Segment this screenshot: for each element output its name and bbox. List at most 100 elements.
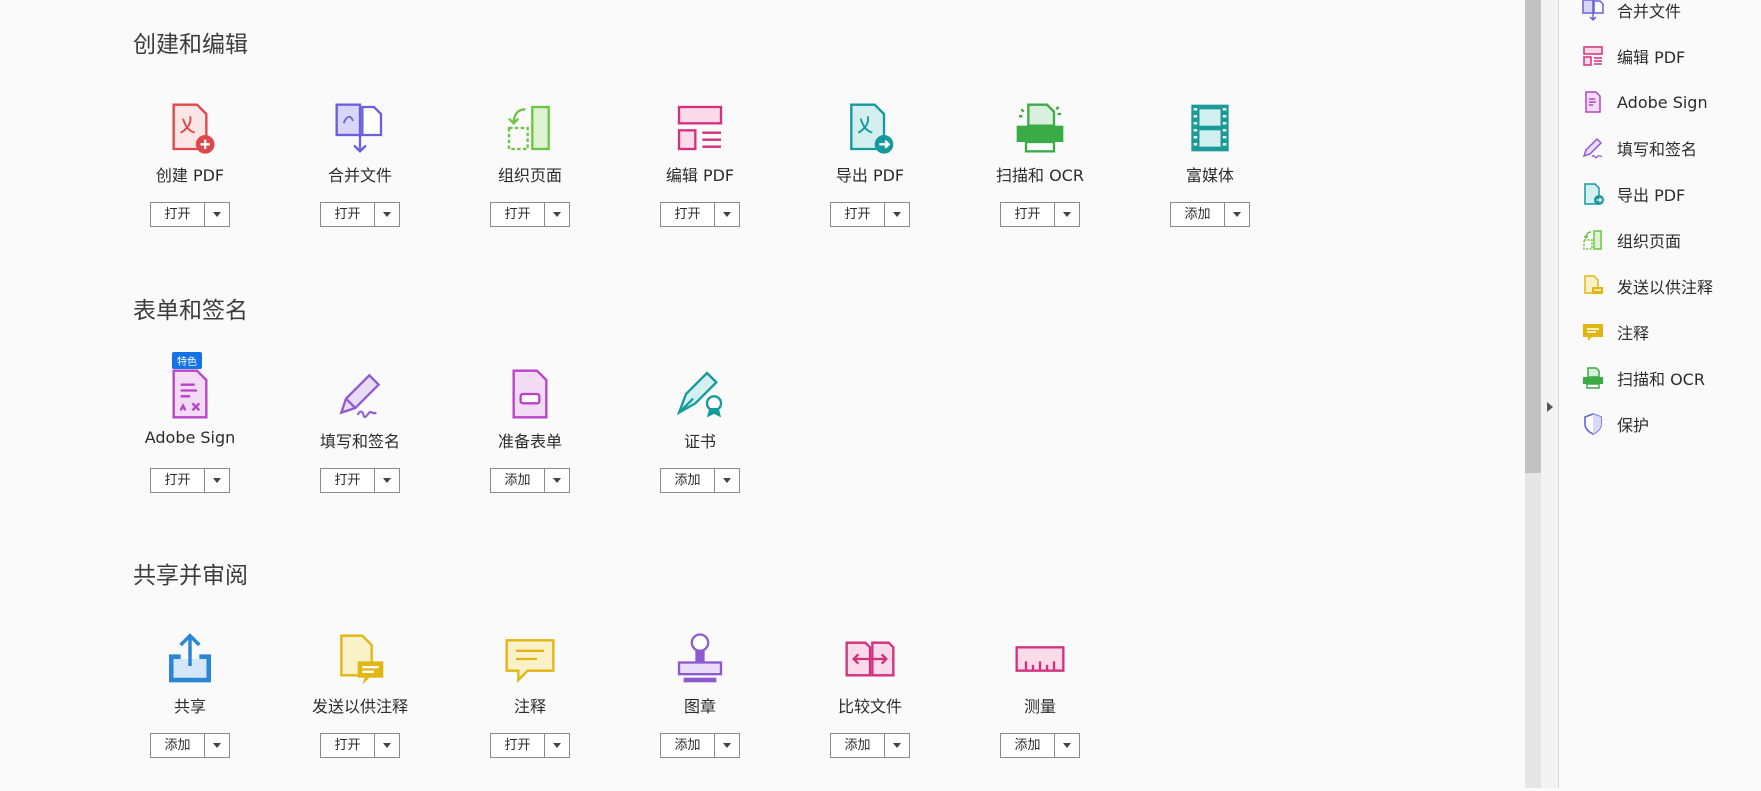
open-button[interactable]: 打开 (491, 734, 545, 757)
dropdown-button[interactable] (545, 469, 569, 492)
tool-combine-files[interactable]: 合并文件 打开 (275, 100, 445, 260)
tool-compare-files[interactable]: 比较文件 添加 (785, 631, 955, 791)
open-button[interactable]: 打开 (151, 203, 205, 226)
tool-label: 填写和签名 (319, 432, 400, 451)
edit-pdf-icon (672, 100, 728, 156)
open-button[interactable]: 打开 (661, 203, 715, 226)
tool-rich-media[interactable]: 富媒体 添加 (1125, 100, 1295, 260)
tool-create-pdf[interactable]: 创建 PDF 打开 (105, 100, 275, 260)
fill-sign-icon (332, 366, 388, 422)
prepare-form-icon (502, 366, 558, 422)
vertical-scrollbar[interactable] (1525, 0, 1541, 788)
tool-prepare-form[interactable]: 准备表单 添加 (445, 366, 615, 526)
add-button[interactable]: 添加 (1171, 203, 1225, 226)
right-pane-item-scan-ocr[interactable]: 扫描和 OCR (1581, 363, 1761, 393)
caret-down-icon (213, 478, 221, 483)
right-pane-item-label: 发送以供注释 (1617, 278, 1714, 297)
scrollbar-thumb[interactable] (1525, 0, 1541, 473)
dropdown-button[interactable] (205, 469, 229, 492)
pane-collapse-handle[interactable] (1541, 0, 1559, 788)
open-button[interactable]: 打开 (321, 734, 375, 757)
add-button[interactable]: 添加 (661, 469, 715, 492)
add-button[interactable]: 添加 (491, 469, 545, 492)
send-comments-icon (1584, 275, 1603, 294)
tool-fill-sign[interactable]: 填写和签名 打开 (275, 366, 445, 526)
dropdown-button[interactable] (885, 734, 909, 757)
dropdown-button[interactable] (545, 734, 569, 757)
add-button-group: 添加 (150, 733, 230, 758)
dropdown-button[interactable] (1055, 203, 1079, 226)
tool-organize-pages[interactable]: 组织页面 打开 (445, 100, 615, 260)
certificates-icon (672, 366, 728, 422)
tool-stamp[interactable]: 图章 添加 (615, 631, 785, 791)
right-pane-item-label: 导出 PDF (1617, 186, 1686, 205)
tool-measure[interactable]: 测量 添加 (955, 631, 1125, 791)
open-button-group: 打开 (660, 202, 740, 227)
caret-down-icon (723, 212, 731, 217)
right-pane-item-combine-files[interactable]: 合并文件 (1581, 0, 1761, 25)
open-button[interactable]: 打开 (151, 469, 205, 492)
tool-export-pdf[interactable]: 导出 PDF 打开 (785, 100, 955, 260)
open-button[interactable]: 打开 (321, 203, 375, 226)
caret-down-icon (383, 212, 391, 217)
dropdown-button[interactable] (885, 203, 909, 226)
open-button-group: 打开 (320, 202, 400, 227)
right-pane-item-fill-sign[interactable]: 填写和签名 (1581, 133, 1761, 163)
right-pane-item-send-comments[interactable]: 发送以供注释 (1581, 271, 1761, 301)
right-pane-item-export-pdf[interactable]: 导出 PDF (1581, 179, 1761, 209)
right-pane-item-adobe-sign[interactable]: Adobe Sign (1581, 87, 1761, 117)
dropdown-button[interactable] (205, 203, 229, 226)
open-button-group: 打开 (490, 733, 570, 758)
dropdown-button[interactable] (545, 203, 569, 226)
caret-down-icon (553, 212, 561, 217)
combine-files-icon (1582, 0, 1604, 22)
dropdown-button[interactable] (375, 734, 399, 757)
right-pane-item-label: 保护 (1617, 416, 1650, 435)
add-button[interactable]: 添加 (661, 734, 715, 757)
comment-icon (1583, 324, 1603, 341)
right-pane-item-edit-pdf[interactable]: 编辑 PDF (1581, 41, 1761, 71)
dropdown-button[interactable] (205, 734, 229, 757)
organize-pages-icon (1583, 230, 1602, 250)
tool-share[interactable]: 共享 添加 (105, 631, 275, 791)
open-button[interactable]: 打开 (321, 469, 375, 492)
right-pane-item-label: 编辑 PDF (1617, 48, 1686, 67)
dropdown-button[interactable] (1225, 203, 1249, 226)
tool-comment[interactable]: 注释 打开 (445, 631, 615, 791)
open-button-group: 打开 (320, 468, 400, 493)
right-pane-item-label: 合并文件 (1617, 2, 1682, 21)
open-button[interactable]: 打开 (831, 203, 885, 226)
tool-certificates[interactable]: 证书 添加 (615, 366, 785, 526)
section-title-share-review: 共享并审阅 (133, 563, 248, 589)
tool-label: 编辑 PDF (665, 166, 735, 185)
tool-scan-ocr[interactable]: 扫描和 OCR 打开 (955, 100, 1125, 260)
add-button[interactable]: 添加 (151, 734, 205, 757)
right-pane-item-organize-pages[interactable]: 组织页面 (1581, 225, 1761, 255)
dropdown-button[interactable] (375, 469, 399, 492)
open-button-group: 打开 (830, 202, 910, 227)
dropdown-button[interactable] (715, 469, 739, 492)
open-button[interactable]: 打开 (491, 203, 545, 226)
tool-label: 发送以供注释 (311, 697, 408, 716)
right-pane-item-protect[interactable]: 保护 (1581, 409, 1761, 439)
section-title-create-edit: 创建和编辑 (133, 32, 248, 58)
tool-edit-pdf[interactable]: 编辑 PDF 打开 (615, 100, 785, 260)
dropdown-button[interactable] (715, 203, 739, 226)
tool-label: Adobe Sign (144, 428, 236, 447)
tool-label: 准备表单 (497, 432, 562, 451)
add-button[interactable]: 添加 (1001, 734, 1055, 757)
dropdown-button[interactable] (1055, 734, 1079, 757)
dropdown-button[interactable] (715, 734, 739, 757)
tool-adobe-sign[interactable]: 特色 Adobe Sign 打开 (105, 352, 275, 526)
open-button-group: 打开 (150, 202, 230, 227)
tool-label: 共享 (173, 697, 206, 716)
add-button[interactable]: 添加 (831, 734, 885, 757)
compare-files-icon (842, 631, 898, 687)
caret-down-icon (1063, 212, 1071, 217)
open-button[interactable]: 打开 (1001, 203, 1055, 226)
right-pane-item-comment[interactable]: 注释 (1581, 317, 1761, 347)
add-button-group: 添加 (660, 468, 740, 493)
tool-send-comments[interactable]: 发送以供注释 打开 (275, 631, 445, 791)
caret-down-icon (893, 743, 901, 748)
dropdown-button[interactable] (375, 203, 399, 226)
